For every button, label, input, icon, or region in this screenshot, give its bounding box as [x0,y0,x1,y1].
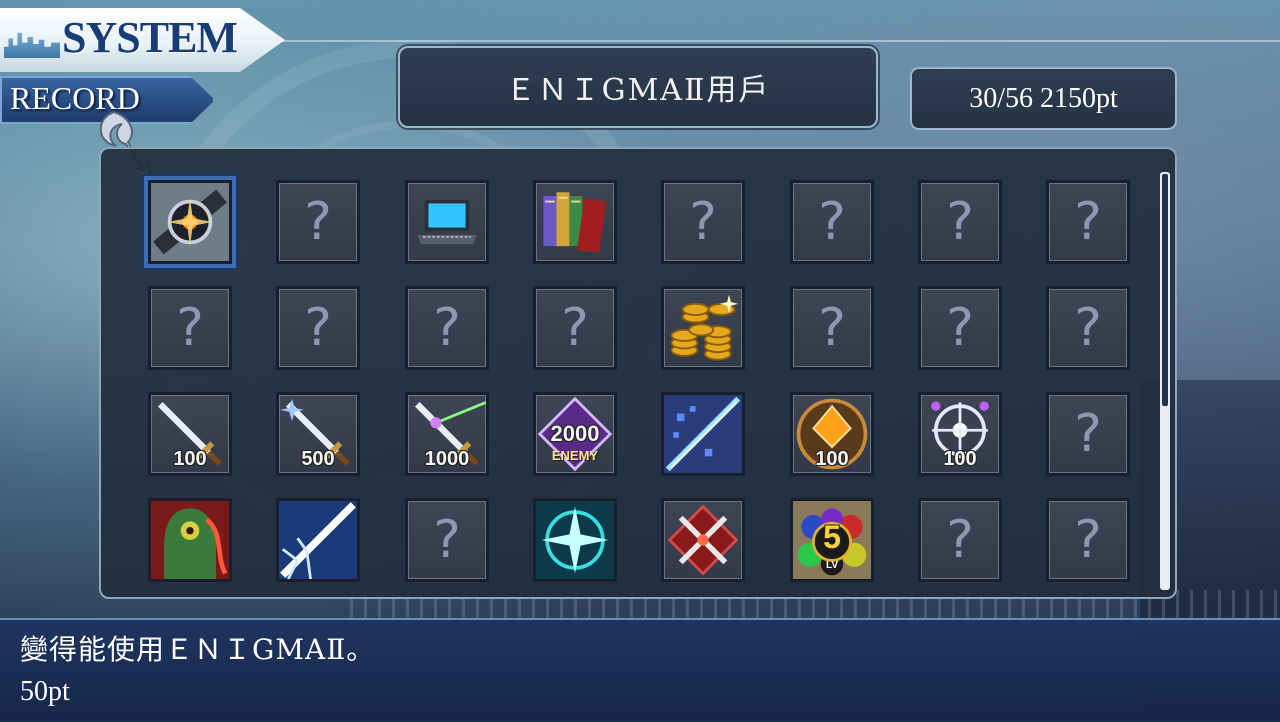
record-slot[interactable] [661,498,745,582]
question-mark-icon: ? [946,510,974,570]
record-category-title: ＥＮＩGMAⅡ用戶 [505,73,771,108]
crystal-slash-icon [664,395,742,473]
locked-record-slot[interactable]: ? [1046,286,1130,370]
header-divider [280,40,1280,42]
record-slot[interactable]: 100 [918,392,1002,476]
question-mark-icon: ? [176,298,204,358]
record-slot-badge: 100 [173,448,207,470]
question-mark-icon: ? [304,192,332,252]
locked-record-slot[interactable]: ? [790,286,874,370]
record-slot-badge: 1000 [424,448,470,470]
record-slot[interactable]: 100 [148,392,232,476]
record-slot-badge: 100 [943,448,977,470]
question-mark-icon: ? [946,192,974,252]
record-slot[interactable]: 5 LV [790,498,874,582]
record-slot[interactable] [661,286,745,370]
question-mark-icon: ? [1074,298,1102,358]
locked-record-slot[interactable]: ? [405,286,489,370]
record-slot[interactable]: 100 [790,392,874,476]
record-slot[interactable]: 2000 ENEMY [533,392,617,476]
system-title: SYSTEM [62,13,238,62]
points-panel: 30/56 2150pt [910,67,1177,130]
record-slot-badge: 500 [301,448,335,470]
locked-record-slot[interactable]: ? [276,180,360,264]
record-grid: ???????????? 100 500 1000 2000 ENEMY 100 100?? 5… [148,180,1132,582]
question-mark-icon: ? [433,510,461,570]
record-slot-badge: 100 [815,448,849,470]
orbs-level-5-icon: 5 LV [793,501,871,579]
sword-1000-icon: 1000 [408,395,486,473]
record-slot-badge-caption: LV [825,560,839,571]
question-mark-icon: ? [946,298,974,358]
target-100-icon: 100 [921,395,999,473]
books-icon [536,183,614,261]
locked-record-slot[interactable]: ? [918,498,1002,582]
laptop-icon [408,183,486,261]
locked-record-slot[interactable]: ? [533,286,617,370]
record-slot[interactable] [148,180,232,264]
record-slot[interactable] [148,498,232,582]
title-panel: ＥＮＩGMAⅡ用戶 [398,46,878,128]
sword-100-icon: 100 [151,395,229,473]
question-mark-icon: ? [561,298,589,358]
record-slot[interactable] [405,180,489,264]
question-mark-icon: ? [1074,192,1102,252]
locked-record-slot[interactable]: ? [1046,180,1130,264]
orange-gem-100-icon: 100 [793,395,871,473]
record-slot[interactable] [661,392,745,476]
locked-record-slot[interactable]: ? [148,286,232,370]
record-slot[interactable]: 1000 [405,392,489,476]
question-mark-icon: ? [1074,404,1102,464]
question-mark-icon: ? [689,192,717,252]
locked-record-slot[interactable]: ? [1046,498,1130,582]
locked-record-slot[interactable]: ? [918,286,1002,370]
record-points: 50pt [20,676,70,707]
question-mark-icon: ? [304,298,332,358]
locked-record-slot[interactable]: ? [918,180,1002,264]
crossed-tools-icon [664,501,742,579]
record-slot-badge-caption: ENEMY [551,448,599,463]
sword-500-icon: 500 [279,395,357,473]
record-slot[interactable] [533,498,617,582]
light-burst-icon [279,501,357,579]
locked-record-slot[interactable]: ? [661,180,745,264]
question-mark-icon: ? [1074,510,1102,570]
record-slot-badge: 2000 [550,421,600,446]
record-description: 變得能使用ＥＮＩGMAⅡ。 [20,633,376,666]
scrollbar-thumb[interactable] [1162,174,1168,406]
watch-icon [151,183,229,261]
record-slot[interactable] [533,180,617,264]
enemy-2000-icon: 2000 ENEMY [536,395,614,473]
blue-star-icon [536,501,614,579]
gold-coins-icon [664,289,742,367]
locked-record-slot[interactable]: ? [405,498,489,582]
question-mark-icon: ? [818,192,846,252]
record-slot[interactable] [276,498,360,582]
question-mark-icon: ? [433,298,461,358]
progress-points-readout: 30/56 2150pt [969,82,1118,114]
locked-record-slot[interactable]: ? [276,286,360,370]
question-mark-icon: ? [818,298,846,358]
record-slot[interactable]: 500 [276,392,360,476]
locked-record-slot[interactable]: ? [790,180,874,264]
monster-icon [151,501,229,579]
locked-record-slot[interactable]: ? [1046,392,1130,476]
record-slot-badge: 5 [823,519,841,555]
